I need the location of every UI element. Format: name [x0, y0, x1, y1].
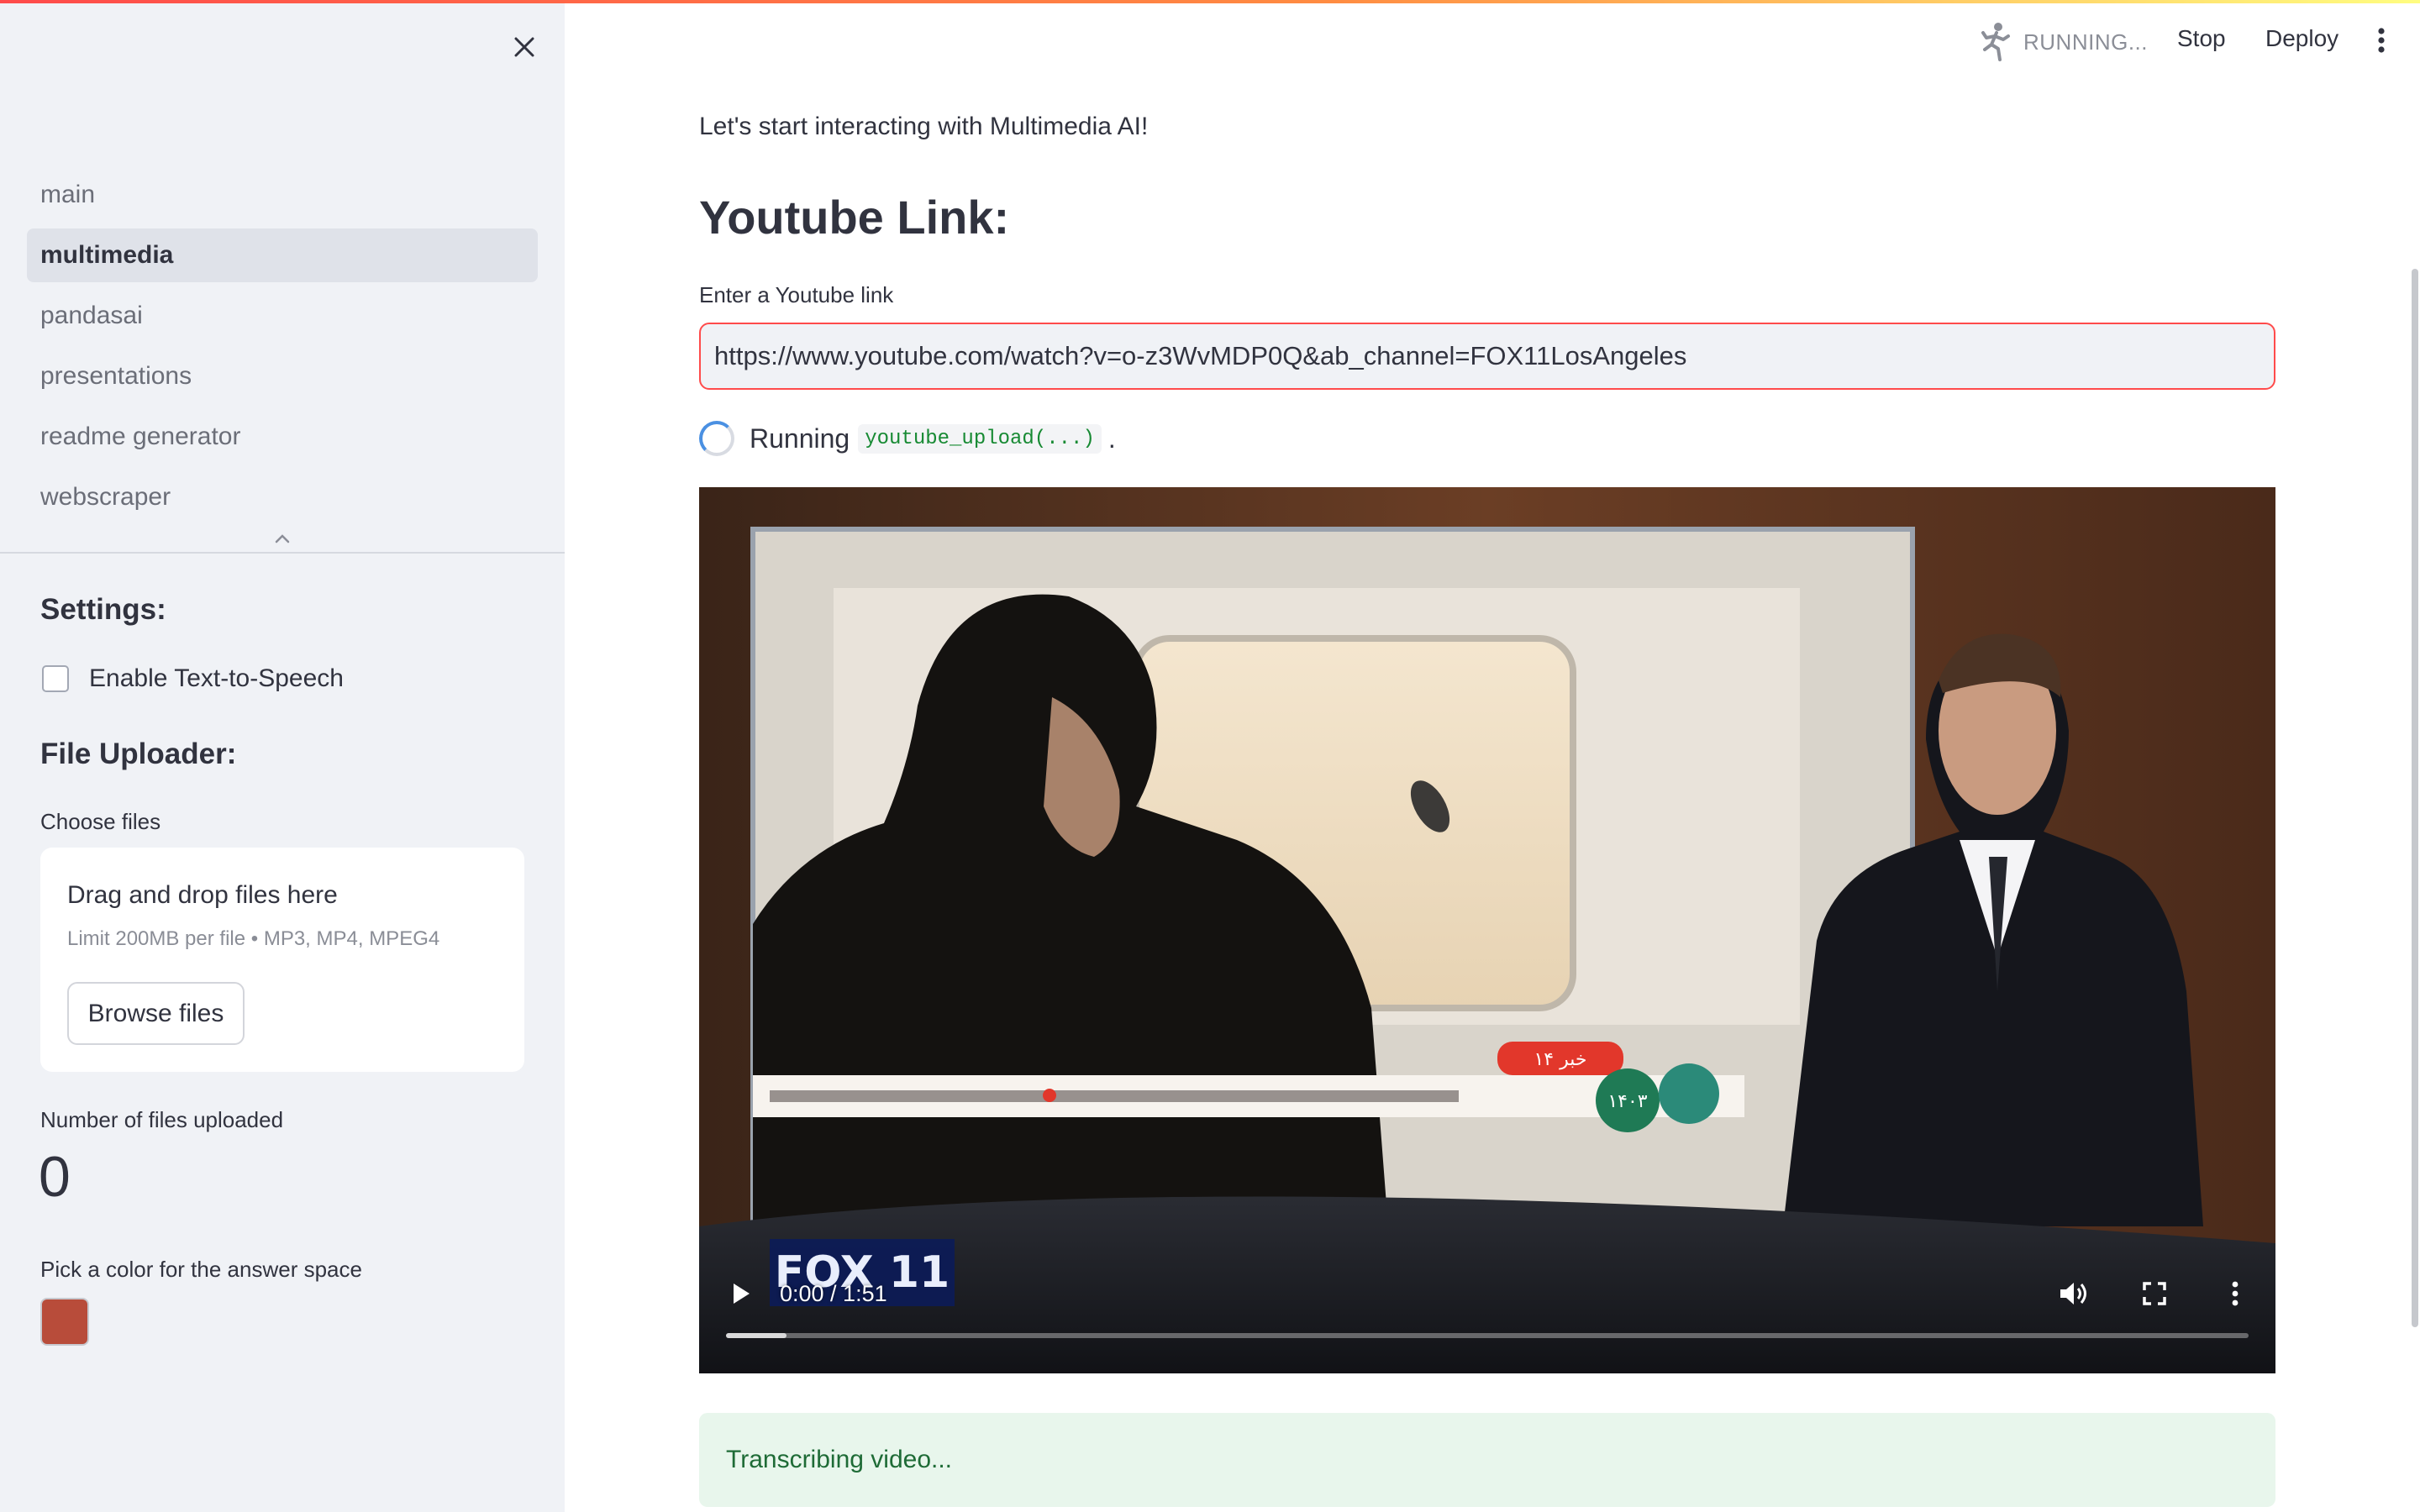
volume-icon	[2060, 1283, 2086, 1305]
dropzone-title: Drag and drop files here	[67, 881, 338, 909]
files-count-label: Number of files uploaded	[40, 1107, 284, 1132]
chevron-up-icon	[275, 534, 290, 543]
nav-item-multimedia[interactable]: multimedia	[27, 228, 538, 282]
nav-item-label: main	[40, 181, 96, 208]
nav-item-label: presentations	[40, 362, 192, 390]
dropzone-limit: Limit 200MB per file • MP3, MP4, MPEG4	[67, 927, 440, 950]
video-player[interactable]: ۱۴ خبر ۱۴۰۳ FOX 11 0:00 / 1:51	[699, 487, 2275, 1373]
tts-checkbox[interactable]	[42, 665, 69, 692]
transcribing-status-text: Transcribing video...	[726, 1446, 953, 1473]
nav-item-pandasai[interactable]: pandasai	[27, 289, 538, 343]
play-button[interactable]	[724, 1277, 758, 1310]
nav-item-label: readme generator	[40, 423, 241, 450]
settings-heading: Settings:	[40, 593, 166, 626]
mute-button[interactable]	[2054, 1273, 2094, 1314]
video-options-button[interactable]	[2215, 1273, 2255, 1314]
tts-checkbox-row[interactable]: Enable Text-to-Speech	[42, 660, 344, 697]
page-title: Youtube Link:	[699, 191, 1010, 244]
loading-spinner-icon	[699, 421, 734, 456]
video-progress-bar[interactable]	[726, 1333, 2249, 1338]
youtube-link-label: Enter a Youtube link	[699, 282, 894, 307]
top-progress-bar	[0, 0, 2420, 3]
main-menu-button[interactable]	[2368, 24, 2395, 57]
video-buffer-bar	[726, 1333, 787, 1338]
sidebar-divider	[0, 552, 565, 554]
sidebar: main multimedia pandasai presentations r…	[0, 0, 565, 1512]
video-time: 0:00 / 1:51	[780, 1281, 887, 1306]
file-dropzone[interactable]: Drag and drop files here Limit 200MB per…	[40, 848, 524, 1072]
color-picker-swatch[interactable]	[40, 1298, 89, 1346]
intro-text: Let's start interacting with Multimedia …	[699, 113, 1149, 140]
play-icon	[734, 1284, 750, 1304]
nav-item-readme-generator[interactable]: readme generator	[27, 410, 538, 464]
nav-item-label: multimedia	[40, 241, 174, 269]
running-status: Running youtube_upload(...) .	[699, 417, 1116, 460]
page-navigation: main multimedia pandasai presentations r…	[27, 168, 538, 531]
choose-files-label: Choose files	[40, 809, 161, 834]
stop-button[interactable]: Stop	[2177, 25, 2226, 52]
status-suffix: .	[1107, 423, 1116, 454]
running-status-text: RUNNING...	[2023, 29, 2148, 55]
status-word: Running	[750, 423, 850, 454]
fullscreen-button[interactable]	[2134, 1273, 2175, 1314]
deploy-button[interactable]: Deploy	[2265, 25, 2338, 52]
video-controls: 0:00 / 1:51	[699, 487, 2275, 1373]
transcribing-status-box: Transcribing video...	[699, 1413, 2275, 1507]
file-uploader-heading: File Uploader:	[40, 738, 237, 770]
running-indicator: RUNNING...	[1976, 18, 2148, 66]
nav-item-webscraper[interactable]: webscraper	[27, 470, 538, 524]
browse-files-button[interactable]: Browse files	[67, 982, 245, 1045]
color-picker-label: Pick a color for the answer space	[40, 1257, 362, 1282]
nav-item-label: webscraper	[40, 483, 171, 511]
fullscreen-icon	[2143, 1282, 2166, 1305]
nav-item-label: pandasai	[40, 302, 143, 329]
status-function-code: youtube_upload(...)	[858, 423, 1102, 454]
nav-item-main[interactable]: main	[27, 168, 538, 222]
files-count-value: 0	[39, 1145, 71, 1209]
main-scrollbar[interactable]	[2412, 269, 2418, 1327]
youtube-link-input[interactable]	[699, 323, 2275, 390]
kebab-menu-icon	[2378, 28, 2385, 53]
close-sidebar-button[interactable]	[505, 28, 544, 66]
running-man-icon	[1981, 23, 2010, 61]
close-icon	[514, 37, 534, 57]
tts-label: Enable Text-to-Speech	[89, 664, 344, 692]
kebab-menu-icon	[2232, 1281, 2238, 1306]
nav-item-presentations[interactable]: presentations	[27, 349, 538, 403]
collapse-nav-button[interactable]	[269, 528, 296, 549]
